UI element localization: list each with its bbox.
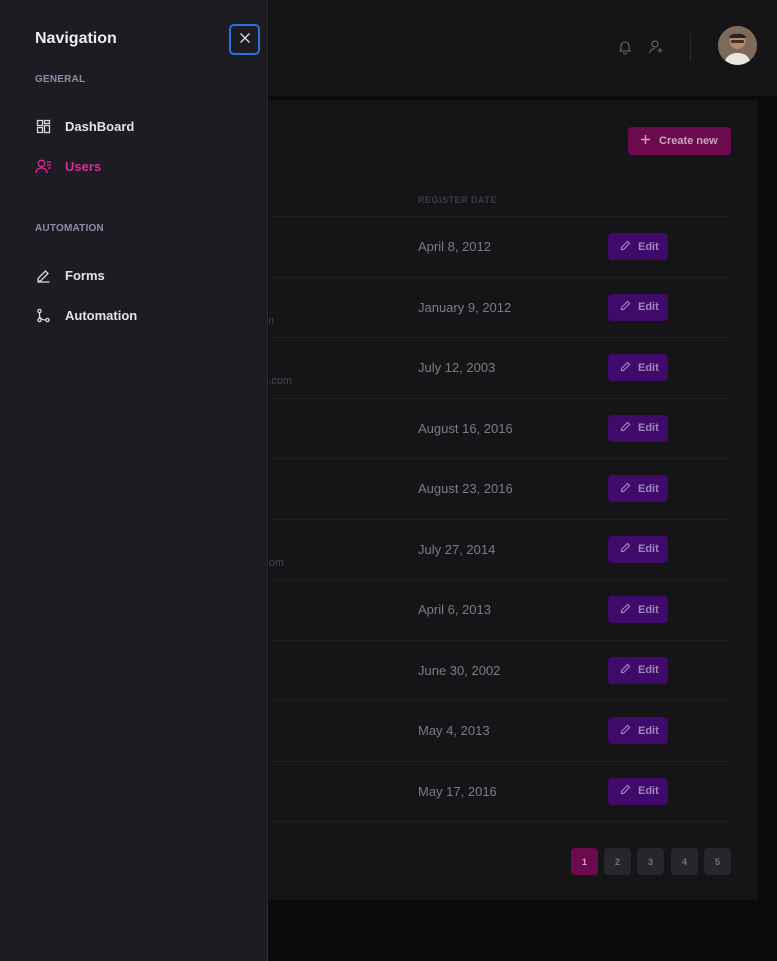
nav-label-automation: Automation <box>65 307 138 323</box>
nav-item-forms[interactable]: Forms <box>35 264 105 286</box>
close-drawer-button[interactable] <box>229 24 260 55</box>
edit-label: Edit <box>638 664 659 676</box>
section-label-automation: AUTOMATION <box>35 223 104 234</box>
nav-label-forms: Forms <box>65 267 105 283</box>
register-date-header: REGISTER DATE <box>418 195 497 205</box>
edit-button[interactable]: Edit <box>608 414 668 442</box>
nav-item-dashboard[interactable]: DashBoard <box>35 115 134 137</box>
register-date-cell: January 9, 2012 <box>418 299 512 315</box>
pencil-icon <box>620 240 631 254</box>
register-date-cell: August 23, 2016 <box>418 481 513 496</box>
users-icon <box>35 158 52 175</box>
register-date-cell: July 12, 2003 <box>418 360 496 375</box>
page-button-1[interactable]: 1 <box>571 848 598 875</box>
edit-label: Edit <box>638 361 659 374</box>
edit-button[interactable]: Edit <box>608 656 668 684</box>
toolbar-divider <box>690 33 691 61</box>
navigation-drawer: Navigation GENERAL DashBoard Users AUTOM… <box>0 0 268 961</box>
pencil-icon <box>620 663 631 677</box>
pencil-icon <box>620 482 631 496</box>
plus-icon <box>640 134 651 148</box>
register-date-cell: April 6, 2013 <box>418 602 491 617</box>
nav-label-users: Users <box>65 158 102 174</box>
pencil-icon <box>620 542 631 556</box>
edit-button[interactable]: Edit <box>608 354 668 381</box>
pencil-icon <box>620 724 631 738</box>
edit-label: Edit <box>638 785 659 797</box>
edit-label: Edit <box>638 422 659 434</box>
edit-label: Edit <box>638 240 659 253</box>
edit-label: Edit <box>638 543 659 555</box>
register-date-cell: July 27, 2014 <box>418 541 496 557</box>
edit-label: Edit <box>638 301 659 313</box>
create-new-button[interactable]: Create new <box>628 127 731 155</box>
edit-button[interactable]: Edit <box>608 596 668 623</box>
register-date-cell: May 17, 2016 <box>418 783 497 799</box>
edit-label: Edit <box>638 724 659 737</box>
pencil-icon <box>620 603 631 617</box>
section-label-general: GENERAL <box>35 74 86 85</box>
branch-icon <box>35 307 52 324</box>
bell-icon[interactable] <box>615 37 635 57</box>
close-icon <box>239 31 251 49</box>
nav-item-users[interactable]: Users <box>35 155 101 177</box>
pencil-icon <box>620 784 631 798</box>
add-user-icon[interactable] <box>646 37 666 57</box>
email-cell-fragment: .com <box>268 375 292 387</box>
create-new-label: Create new <box>659 135 718 147</box>
avatar[interactable] <box>718 26 757 65</box>
edit-button[interactable]: Edit <box>608 777 668 805</box>
edit-button[interactable]: Edit <box>608 293 668 321</box>
nav-label-dashboard: DashBoard <box>65 118 135 134</box>
register-date-cell: May 4, 2013 <box>418 723 490 738</box>
register-date-cell: August 16, 2016 <box>418 420 513 436</box>
pencil-icon <box>620 421 631 435</box>
register-date-cell: April 8, 2012 <box>418 239 491 254</box>
page-button-5[interactable]: 5 <box>704 848 731 875</box>
register-date-cell: June 30, 2002 <box>418 662 501 678</box>
edit-label: Edit <box>638 603 659 616</box>
edit-label: Edit <box>638 482 659 495</box>
pen-icon <box>35 267 52 284</box>
nav-item-automation[interactable]: Automation <box>35 304 137 326</box>
edit-button[interactable]: Edit <box>608 717 668 744</box>
edit-button[interactable]: Edit <box>608 475 668 502</box>
page-button-2[interactable]: 2 <box>604 848 631 875</box>
edit-button[interactable]: Edit <box>608 233 668 260</box>
page-button-4[interactable]: 4 <box>671 848 698 875</box>
pencil-icon <box>620 361 631 375</box>
dashboard-icon <box>35 118 52 135</box>
email-cell-fragment: om <box>268 556 284 569</box>
page-button-3[interactable]: 3 <box>637 848 664 875</box>
pencil-icon <box>620 300 631 314</box>
edit-button[interactable]: Edit <box>608 535 668 563</box>
drawer-title: Navigation <box>35 30 117 47</box>
